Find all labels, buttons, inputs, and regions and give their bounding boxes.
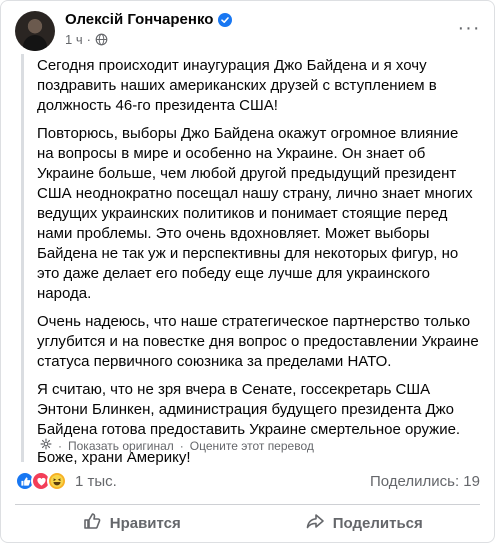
haha-icon [47,471,67,491]
share-button-label: Поделиться [332,514,423,532]
post-header: Олексій Гончаренко 1 ч · ··· [15,9,484,53]
more-options-button[interactable]: ··· [454,13,484,43]
share-button[interactable]: Поделиться [248,507,481,539]
reaction-summary[interactable]: 1 тыс. [15,471,117,491]
reactions-bar: 1 тыс. Поделились: 19 [15,469,480,493]
post-paragraph: Повторюсь, выборы Джо Байдена окажут огр… [37,125,473,302]
post-meta: 1 ч · [65,32,108,47]
rate-translation-link[interactable]: Оцените этот перевод [190,439,314,453]
translation-bar: · Показать оригинал · Оцените этот перев… [40,438,314,453]
author-row: Олексій Гончаренко [65,11,233,28]
post-time[interactable]: 1 ч [65,32,83,47]
globe-icon [95,33,108,46]
post-paragraph: Я считаю, что не зря вчера в Сенате, гос… [37,381,461,438]
thumbs-up-icon [82,511,102,535]
dot-separator: · [58,438,62,453]
like-button-label: Нравится [109,514,181,532]
post-content: Сегодня происходит инаугурация Джо Байде… [21,54,483,466]
avatar[interactable] [15,11,55,51]
post-paragraph: Очень надеюсь, что наше стратегическое п… [37,313,479,370]
reaction-count: 1 тыс. [75,472,117,490]
facebook-post: Олексій Гончаренко 1 ч · ··· Сегодня про… [0,0,495,543]
divider [15,504,480,505]
dot-separator: · [179,438,184,453]
action-bar: Нравится Поделиться [15,507,480,539]
meta-separator: · [86,32,91,47]
share-arrow-icon [305,511,325,535]
author-name[interactable]: Олексій Гончаренко [65,11,213,28]
verified-badge-icon [218,12,233,27]
post-paragraph: Сегодня происходит инаугурация Джо Байде… [37,57,437,114]
settings-gear-icon[interactable] [40,438,52,453]
like-button[interactable]: Нравится [15,507,248,539]
show-original-link[interactable]: Показать оригинал [68,439,174,453]
more-icon: ··· [457,16,481,39]
shares-count[interactable]: Поделились: 19 [370,473,480,490]
